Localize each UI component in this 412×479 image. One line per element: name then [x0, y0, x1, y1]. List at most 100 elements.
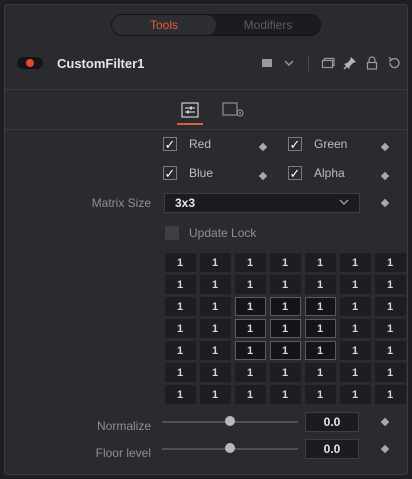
matrix-cell[interactable]: 1 [340, 385, 371, 404]
matrix-size-label: Matrix Size [91, 196, 151, 210]
matrix-cell[interactable]: 1 [235, 275, 266, 294]
normalize-slider[interactable] [162, 412, 298, 432]
matrix-cell[interactable]: 1 [375, 253, 406, 272]
header-separator [308, 55, 309, 71]
tool-header: CustomFilter1 [13, 49, 405, 77]
matrix-cell[interactable]: 1 [235, 253, 266, 272]
checkmark-icon: ✓ [163, 165, 177, 181]
keyframe-diamond-icon[interactable] [380, 417, 390, 427]
matrix-cell[interactable]: 1 [270, 275, 301, 294]
tools-modifiers-tabs: Tools Modifiers [111, 14, 321, 36]
keyframe-diamond-icon[interactable] [380, 444, 390, 454]
keyframe-diamond-icon[interactable] [258, 142, 268, 152]
tool-name: CustomFilter1 [57, 55, 145, 71]
slider-thumb[interactable] [225, 443, 235, 453]
red-checkbox[interactable]: ✓ Red [163, 137, 211, 151]
matrix-cell[interactable]: 1 [375, 297, 406, 316]
matrix-cell[interactable]: 1 [305, 363, 336, 382]
matrix-cell[interactable]: 1 [235, 319, 266, 338]
matrix-cell[interactable]: 1 [165, 385, 196, 404]
matrix-cell[interactable]: 1 [270, 319, 301, 338]
checkbox-box [165, 226, 179, 240]
keyframe-diamond-icon[interactable] [380, 171, 390, 181]
color-swatch-icon[interactable] [256, 52, 278, 74]
window-icon[interactable] [317, 52, 339, 74]
matrix-cell[interactable]: 1 [270, 341, 301, 360]
settings-icon [222, 102, 244, 117]
normalize-value-field[interactable]: 0.0 [305, 412, 359, 432]
matrix-cell[interactable]: 1 [305, 275, 336, 294]
matrix-cell[interactable]: 1 [270, 297, 301, 316]
blue-label: Blue [189, 166, 214, 180]
update-lock-checkbox[interactable]: Update Lock [165, 226, 256, 240]
matrix-cell[interactable]: 1 [165, 341, 196, 360]
matrix-cell[interactable]: 1 [200, 363, 231, 382]
slider-thumb[interactable] [225, 416, 235, 426]
keyframe-diamond-icon[interactable] [258, 171, 268, 181]
matrix-cell[interactable]: 1 [305, 385, 336, 404]
keyframe-diamond-icon[interactable] [380, 142, 390, 152]
matrix-cell[interactable]: 1 [165, 275, 196, 294]
matrix-cell[interactable]: 1 [200, 319, 231, 338]
matrix-cell[interactable]: 1 [305, 341, 336, 360]
tab-controls[interactable] [177, 98, 203, 125]
checkmark-icon: ✓ [288, 136, 302, 152]
floor-level-value-field[interactable]: 0.0 [305, 439, 359, 459]
keyframe-diamond-icon[interactable] [380, 198, 390, 208]
matrix-cell[interactable]: 1 [270, 253, 301, 272]
matrix-cell[interactable]: 1 [305, 319, 336, 338]
matrix-cell[interactable]: 1 [165, 253, 196, 272]
tool-enable-toggle[interactable] [17, 57, 43, 69]
matrix-cell[interactable]: 1 [200, 253, 231, 272]
filter-matrix: 1111111111111111111111111111111111111111… [165, 253, 406, 404]
matrix-cell[interactable]: 1 [340, 363, 371, 382]
matrix-cell[interactable]: 1 [340, 253, 371, 272]
matrix-cell[interactable]: 1 [165, 363, 196, 382]
matrix-cell[interactable]: 1 [200, 275, 231, 294]
matrix-cell[interactable]: 1 [235, 297, 266, 316]
matrix-cell[interactable]: 1 [235, 341, 266, 360]
matrix-cell[interactable]: 1 [375, 363, 406, 382]
chevron-down-icon[interactable] [278, 52, 300, 74]
matrix-cell[interactable]: 1 [340, 341, 371, 360]
matrix-cell[interactable]: 1 [270, 385, 301, 404]
matrix-cell[interactable]: 1 [165, 297, 196, 316]
matrix-size-dropdown[interactable]: 3x3 [164, 193, 360, 213]
matrix-cell[interactable]: 1 [375, 341, 406, 360]
matrix-cell[interactable]: 1 [200, 385, 231, 404]
matrix-size-value: 3x3 [175, 196, 196, 210]
matrix-cell[interactable]: 1 [375, 319, 406, 338]
normalize-label: Normalize [96, 419, 151, 433]
matrix-cell[interactable]: 1 [270, 363, 301, 382]
tab-settings[interactable] [221, 98, 247, 122]
matrix-cell[interactable]: 1 [235, 385, 266, 404]
green-checkbox[interactable]: ✓ Green [288, 137, 347, 151]
inspector-panel: Tools Modifiers CustomFilter1 ✓ Red ✓ Gr… [4, 4, 408, 475]
lock-icon[interactable] [361, 52, 383, 74]
green-label: Green [314, 137, 348, 151]
tab-modifiers[interactable]: Modifiers [216, 15, 320, 35]
pin-icon[interactable] [339, 52, 361, 74]
matrix-cell[interactable]: 1 [340, 275, 371, 294]
tab-tools[interactable]: Tools [112, 15, 216, 35]
matrix-cell[interactable]: 1 [200, 341, 231, 360]
matrix-cell[interactable]: 1 [165, 319, 196, 338]
matrix-cell[interactable]: 1 [305, 297, 336, 316]
chevron-down-icon [339, 197, 349, 208]
alpha-label: Alpha [314, 166, 345, 180]
update-lock-label: Update Lock [189, 226, 257, 240]
checkmark-icon: ✓ [288, 165, 302, 181]
header-icons [256, 49, 405, 77]
matrix-cell[interactable]: 1 [375, 275, 406, 294]
matrix-cell[interactable]: 1 [340, 319, 371, 338]
red-label: Red [189, 137, 212, 151]
floor-level-slider[interactable] [162, 439, 298, 459]
blue-checkbox[interactable]: ✓ Blue [163, 166, 213, 180]
matrix-cell[interactable]: 1 [235, 363, 266, 382]
alpha-checkbox[interactable]: ✓ Alpha [288, 166, 345, 180]
matrix-cell[interactable]: 1 [375, 385, 406, 404]
reset-icon[interactable] [383, 52, 405, 74]
matrix-cell[interactable]: 1 [305, 253, 336, 272]
matrix-cell[interactable]: 1 [200, 297, 231, 316]
matrix-cell[interactable]: 1 [340, 297, 371, 316]
